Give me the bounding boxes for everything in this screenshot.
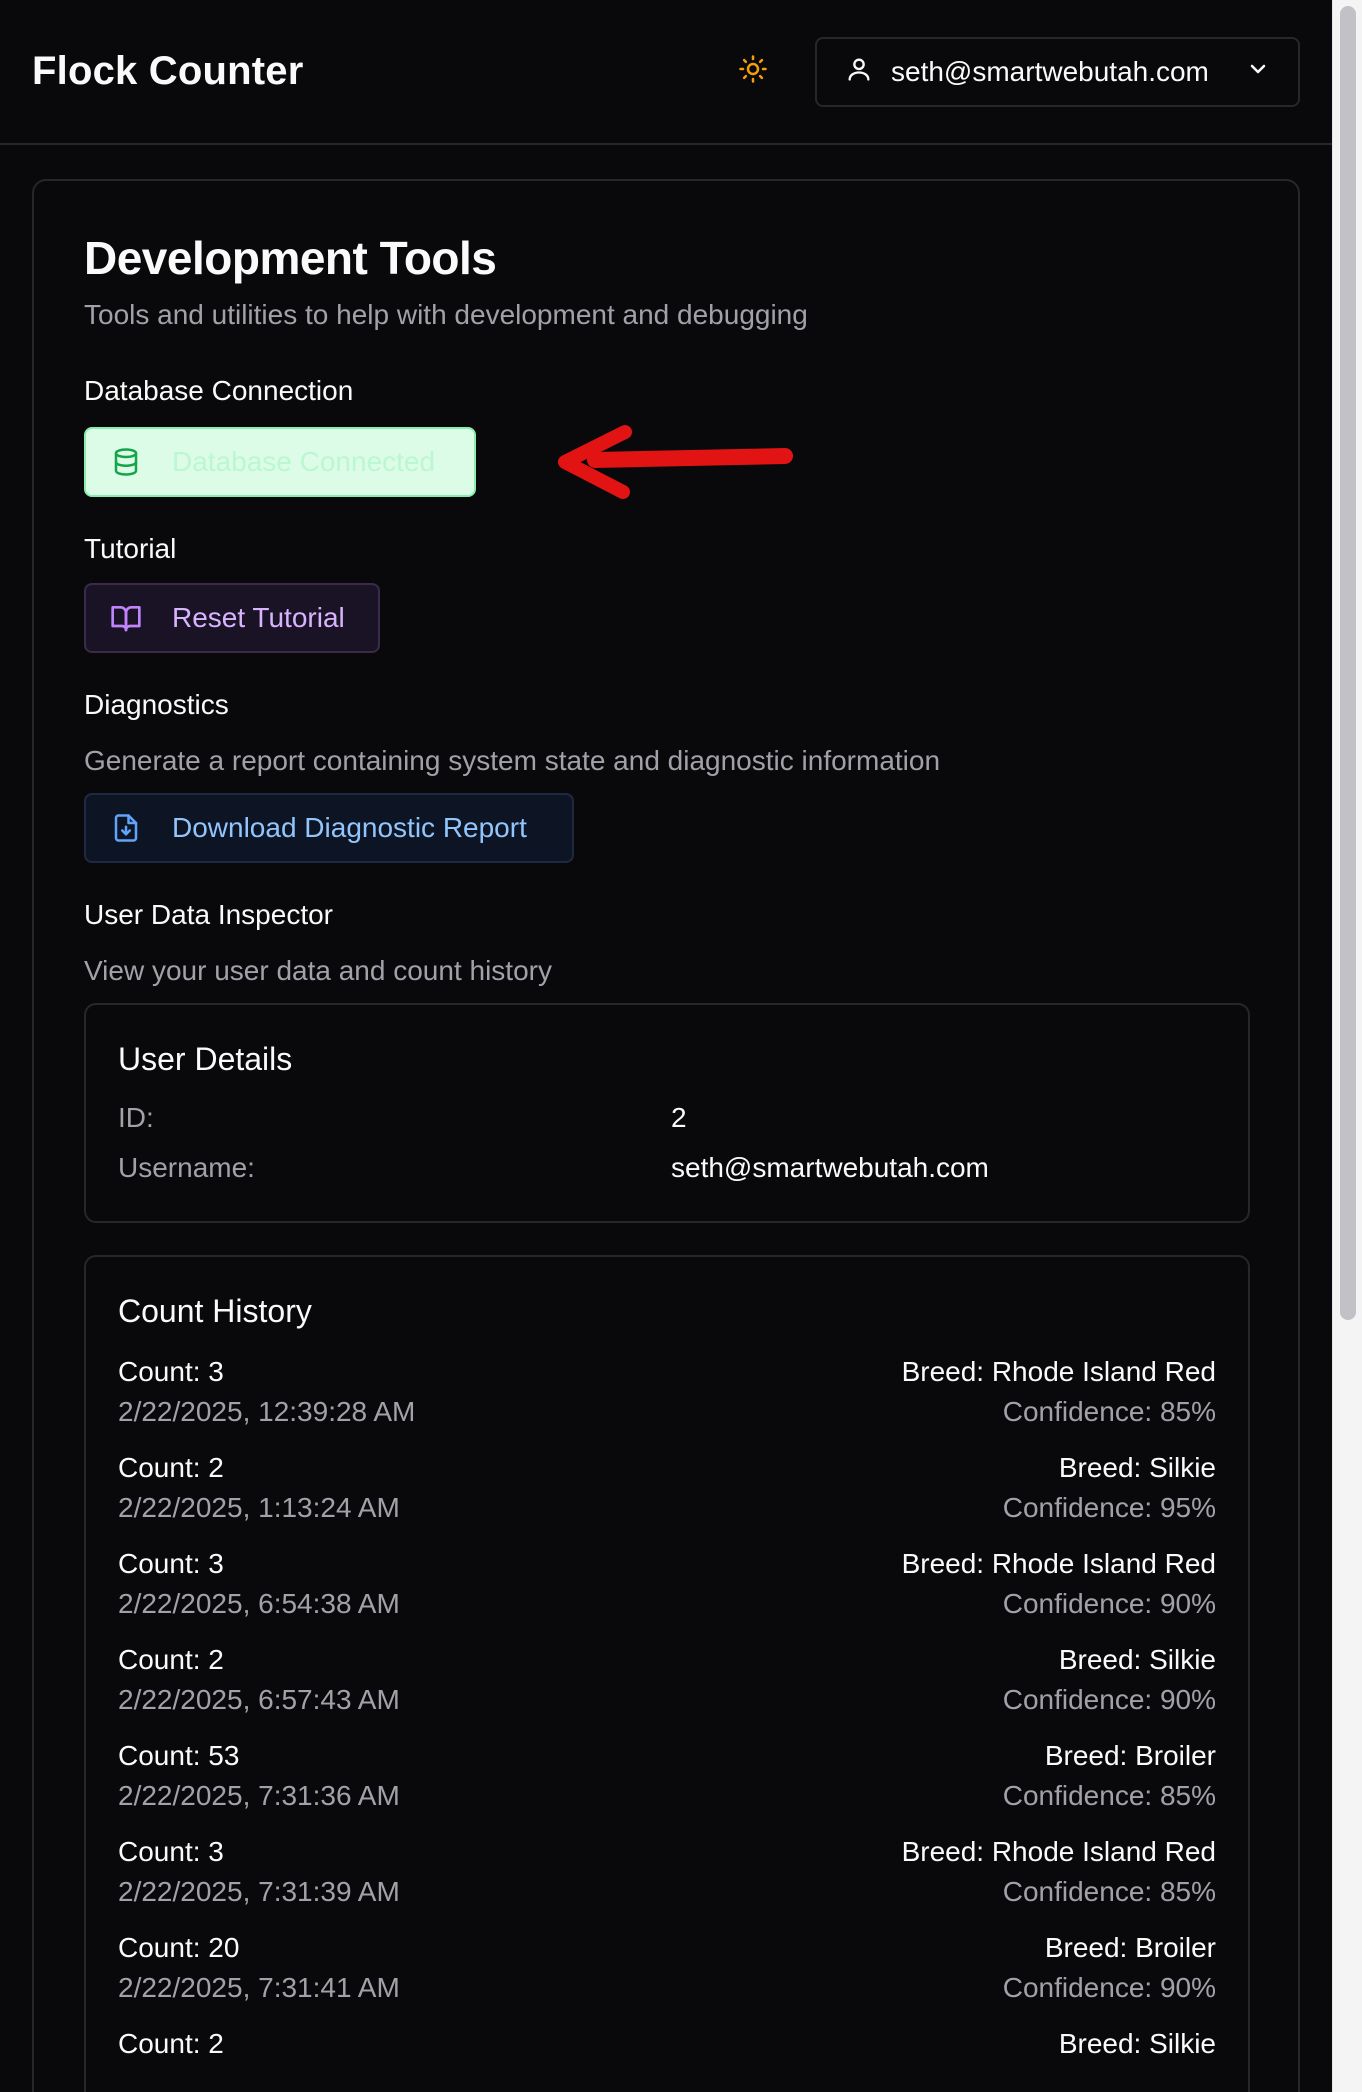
confidence-value: Confidence: 90% bbox=[1002, 1588, 1216, 1619]
database-icon bbox=[110, 446, 142, 478]
count-history-right: Breed: Silkie Confidence: 90% bbox=[1003, 1640, 1216, 1720]
confidence-value: Confidence: 85% bbox=[1002, 1396, 1216, 1427]
breed-value: Breed: Silkie bbox=[1058, 1452, 1216, 1483]
count-history-left: Count: 3 2/22/2025, 7:31:39 AM bbox=[118, 1832, 400, 1912]
inspector-description: View your user data and count history bbox=[84, 955, 552, 986]
page-scrollbar[interactable] bbox=[1332, 0, 1362, 2092]
count-timestamp: 2/22/2025, 6:54:38 AM bbox=[118, 1588, 400, 1619]
breed-value: Breed: Silkie bbox=[1058, 1644, 1216, 1675]
tutorial-label: Tutorial bbox=[84, 533, 177, 564]
count-history-card: Count History Count: 3 2/22/2025, 12:39:2… bbox=[84, 1255, 1250, 2092]
breed-value: Breed: Broiler bbox=[1044, 1932, 1216, 1963]
app: Flock Counter seth@smartwebutah.com Deve… bbox=[0, 0, 1332, 2092]
breed-value: Breed: Rhode Island Red bbox=[901, 1356, 1216, 1387]
user-details-title: User Details bbox=[118, 1041, 293, 1077]
count-history-right: Breed: Rhode Island Red Confidence: 85% bbox=[902, 1832, 1216, 1912]
breed-value: Breed: Silkie bbox=[1058, 2028, 1216, 2059]
count-timestamp: 2/22/2025, 7:31:36 AM bbox=[118, 1780, 400, 1811]
count-history-row: Count: 53 2/22/2025, 7:31:36 AM Breed: Bro… bbox=[118, 1736, 1216, 1816]
confidence-value: Confidence: 85% bbox=[1002, 1780, 1216, 1811]
count-history-left: Count: 3 2/22/2025, 6:54:38 AM bbox=[118, 1544, 400, 1624]
count-history-row: Count: 3 2/22/2025, 7:31:39 AM Breed: Rhod… bbox=[118, 1832, 1216, 1912]
count-history-left: Count: 2 bbox=[118, 2024, 224, 2064]
count-value: Count: 20 bbox=[118, 1932, 240, 1963]
user-id-key: ID: bbox=[118, 1102, 154, 1133]
confidence-value: Confidence: 90% bbox=[1002, 1972, 1216, 2003]
diagnostics-description: Generate a report containing system stat… bbox=[84, 745, 941, 776]
count-history-right: Breed: Broiler Confidence: 90% bbox=[1003, 1928, 1216, 2008]
count-history-left: Count: 2 2/22/2025, 6:57:43 AM bbox=[118, 1640, 400, 1720]
reset-tutorial-label: Reset Tutorial bbox=[172, 602, 345, 633]
breed-value: Breed: Rhode Island Red bbox=[901, 1548, 1216, 1579]
header-actions: seth@smartwebutah.com bbox=[725, 36, 1300, 107]
count-history-right: Breed: Rhode Island Red Confidence: 85% bbox=[902, 1352, 1216, 1432]
download-diagnostic-label: Download Diagnostic Report bbox=[172, 812, 527, 843]
app-brand[interactable]: Flock Counter bbox=[32, 49, 304, 94]
user-menu-button[interactable]: seth@smartwebutah.com bbox=[815, 36, 1300, 107]
count-history-row: Count: 2 2/22/2025, 1:13:24 AM Breed: Silk… bbox=[118, 1448, 1216, 1528]
inspector-label: User Data Inspector bbox=[84, 899, 333, 930]
count-history-list: Count: 3 2/22/2025, 12:39:28 AM Breed: Rho… bbox=[118, 1352, 1216, 2064]
database-status-button[interactable]: Database Connected bbox=[84, 427, 476, 497]
count-value: Count: 3 bbox=[118, 1548, 224, 1579]
count-history-right: Breed: Broiler Confidence: 85% bbox=[1003, 1736, 1216, 1816]
username-value: seth@smartwebutah.com bbox=[671, 1152, 989, 1183]
confidence-value: Confidence: 85% bbox=[1002, 1876, 1216, 1907]
count-value: Count: 3 bbox=[118, 1836, 224, 1867]
breed-value: Breed: Broiler bbox=[1044, 1740, 1216, 1771]
count-value: Count: 3 bbox=[118, 1356, 224, 1387]
scrollbar-thumb[interactable] bbox=[1340, 6, 1356, 1320]
count-history-row: Count: 20 2/22/2025, 7:31:41 AM Breed: Bro… bbox=[118, 1928, 1216, 2008]
count-timestamp: 2/22/2025, 6:57:43 AM bbox=[118, 1684, 400, 1715]
inspector-section: User Data Inspector View your user data … bbox=[84, 899, 1250, 2092]
count-history-left: Count: 20 2/22/2025, 7:31:41 AM bbox=[118, 1928, 400, 2008]
count-history-row: Count: 2 Breed: Silkie bbox=[118, 2024, 1216, 2064]
count-timestamp: 2/22/2025, 7:31:39 AM bbox=[118, 1876, 400, 1907]
user-id-row: ID: 2 bbox=[118, 1102, 1216, 1134]
page-subtitle: Tools and utilities to help with develop… bbox=[84, 299, 808, 330]
tutorial-section: Tutorial Reset Tutorial bbox=[84, 533, 1248, 653]
user-id-value: 2 bbox=[671, 1102, 687, 1133]
count-value: Count: 2 bbox=[118, 1644, 224, 1675]
reset-tutorial-button[interactable]: Reset Tutorial bbox=[84, 583, 380, 653]
count-history-row: Count: 3 2/22/2025, 12:39:28 AM Breed: Rho… bbox=[118, 1352, 1216, 1432]
database-status-label: Database Connected bbox=[172, 446, 436, 477]
username-key: Username: bbox=[118, 1152, 255, 1183]
file-download-icon bbox=[110, 812, 142, 844]
book-open-icon bbox=[110, 602, 142, 634]
confidence-value: Confidence: 90% bbox=[1002, 1684, 1216, 1715]
count-history-left: Count: 3 2/22/2025, 12:39:28 AM bbox=[118, 1352, 415, 1432]
top-header: Flock Counter seth@smartwebutah.com bbox=[0, 0, 1332, 145]
database-label: Database Connection bbox=[84, 375, 354, 406]
user-icon bbox=[845, 55, 873, 88]
user-details-card: User Details ID: 2 Username: seth@smartw… bbox=[84, 1003, 1250, 1223]
count-value: Count: 2 bbox=[118, 2028, 224, 2059]
count-history-right: Breed: Silkie bbox=[1059, 2024, 1216, 2064]
user-email: seth@smartwebutah.com bbox=[891, 55, 1209, 87]
count-history-right: Breed: Rhode Island Red Confidence: 90% bbox=[902, 1544, 1216, 1624]
diagnostics-label: Diagnostics bbox=[84, 689, 229, 720]
download-diagnostic-report-button[interactable]: Download Diagnostic Report bbox=[84, 793, 574, 863]
count-history-title: Count History bbox=[118, 1293, 312, 1329]
count-timestamp: 2/22/2025, 1:13:24 AM bbox=[118, 1492, 400, 1523]
count-timestamp: 2/22/2025, 12:39:28 AM bbox=[118, 1396, 416, 1427]
count-history-row: Count: 3 2/22/2025, 6:54:38 AM Breed: Rhod… bbox=[118, 1544, 1216, 1624]
confidence-value: Confidence: 95% bbox=[1002, 1492, 1216, 1523]
theme-toggle-button[interactable] bbox=[725, 44, 781, 100]
chevron-down-icon bbox=[1246, 57, 1270, 86]
count-value: Count: 2 bbox=[118, 1452, 224, 1483]
breed-value: Breed: Rhode Island Red bbox=[901, 1836, 1216, 1867]
count-timestamp: 2/22/2025, 7:31:41 AM bbox=[118, 1972, 400, 2003]
username-row: Username: seth@smartwebutah.com bbox=[118, 1152, 1216, 1184]
count-history-row: Count: 2 2/22/2025, 6:57:43 AM Breed: Silk… bbox=[118, 1640, 1216, 1720]
count-history-right: Breed: Silkie Confidence: 95% bbox=[1003, 1448, 1216, 1528]
page-title: Development Tools bbox=[84, 232, 497, 284]
count-history-left: Count: 2 2/22/2025, 1:13:24 AM bbox=[118, 1448, 400, 1528]
count-value: Count: 53 bbox=[118, 1740, 240, 1771]
sun-icon bbox=[738, 54, 768, 89]
diagnostics-section: Diagnostics Generate a report containing… bbox=[84, 689, 1248, 863]
annotation-arrow bbox=[558, 425, 793, 499]
count-history-left: Count: 53 2/22/2025, 7:31:36 AM bbox=[118, 1736, 400, 1816]
